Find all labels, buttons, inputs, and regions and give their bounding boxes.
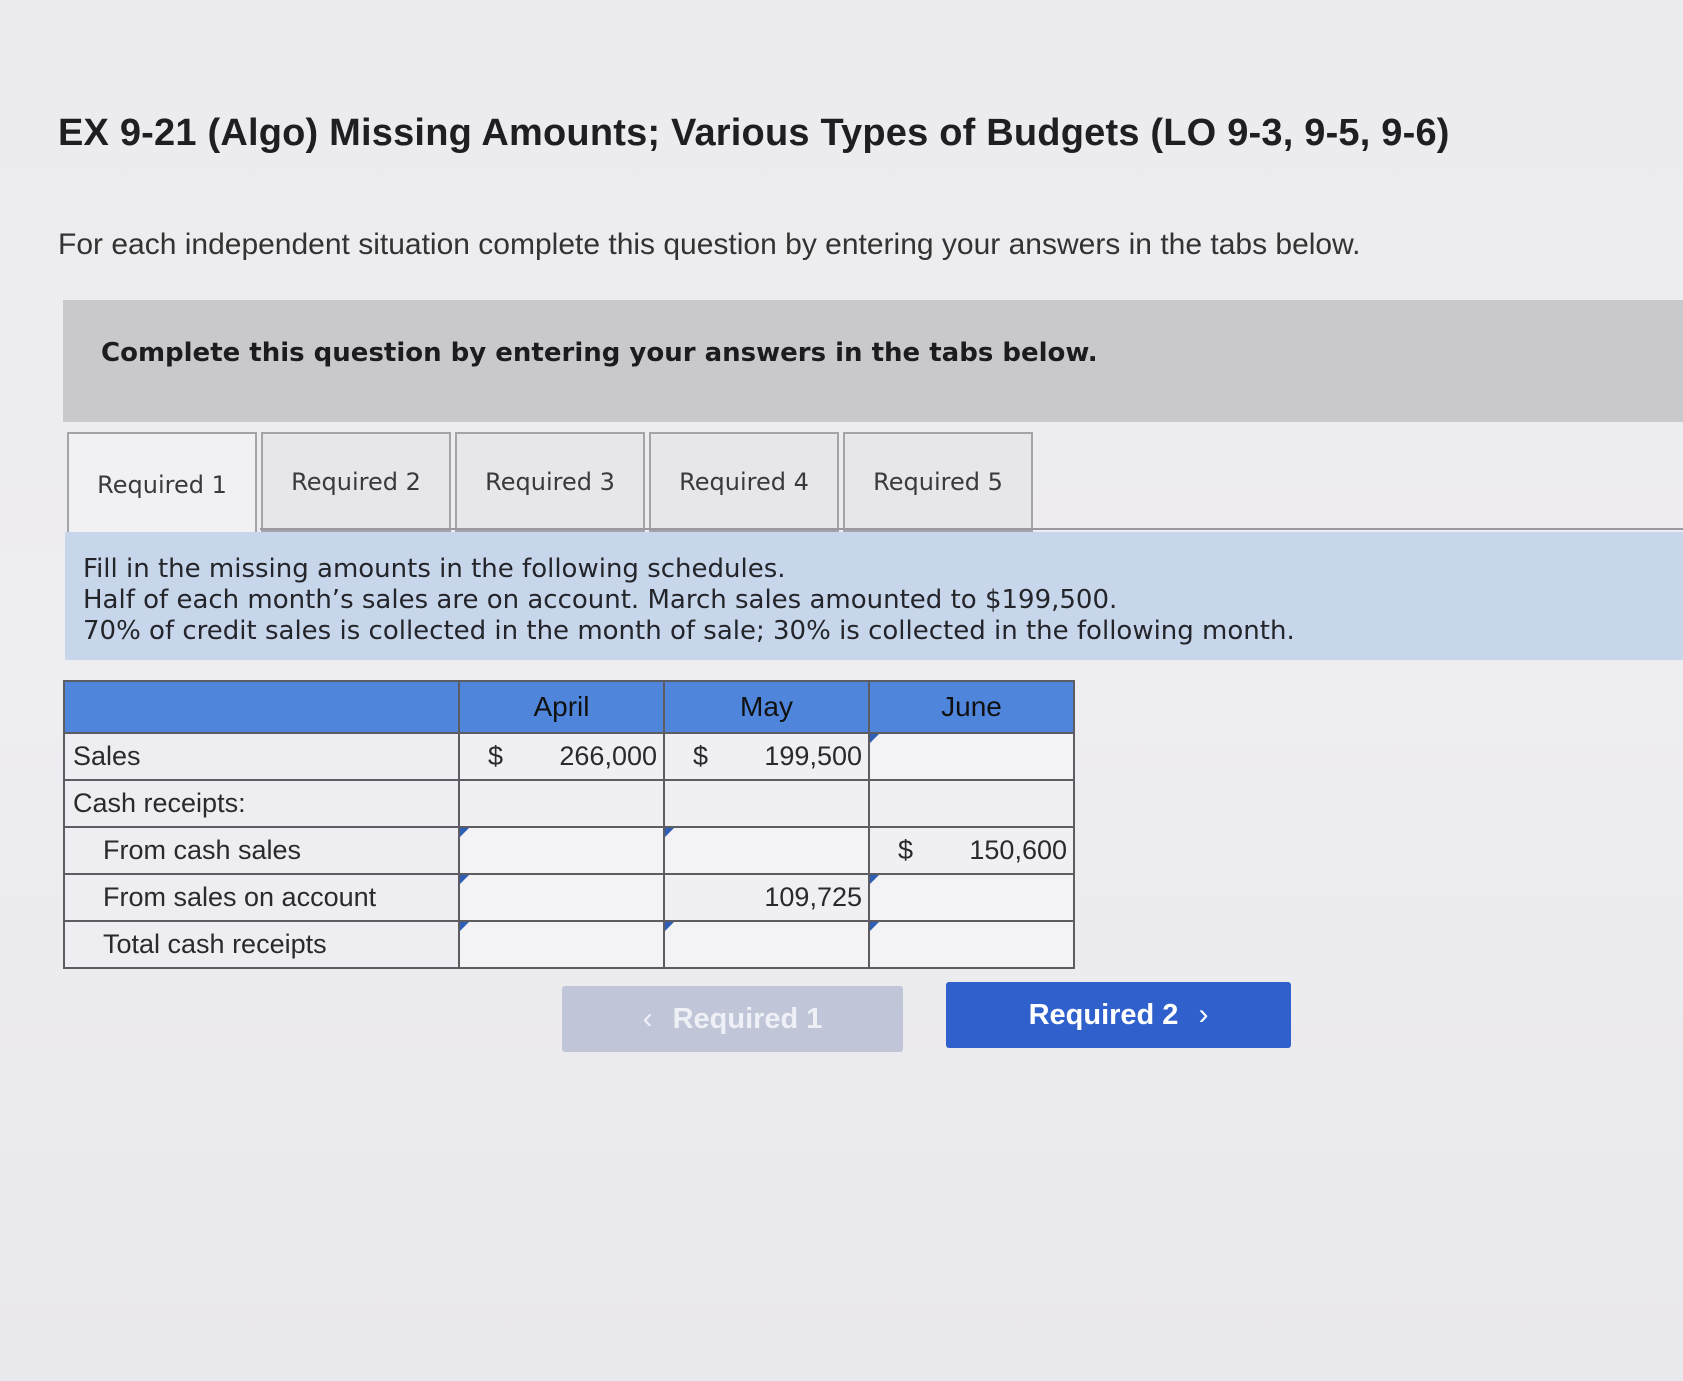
instructions-banner: Complete this question by entering your … (63, 300, 1683, 422)
row-label: From cash sales (63, 826, 460, 875)
page-title: EX 9-21 (Algo) Missing Amounts; Various … (58, 112, 1450, 154)
total-may-input[interactable] (663, 920, 870, 969)
cash-sales-april-input[interactable] (458, 826, 665, 875)
next-button[interactable]: Required 2 › (946, 982, 1291, 1048)
tab-required-3[interactable]: Required 3 (455, 432, 645, 532)
page-subtitle: For each independent situation complete … (58, 228, 1361, 261)
sales-april: $266,000 (458, 732, 665, 781)
total-april-input[interactable] (458, 920, 665, 969)
instruction-line: Half of each month’s sales are on accoun… (83, 585, 1118, 615)
column-header-blank (63, 680, 460, 734)
table-row-total-cash-receipts: Total cash receipts (63, 920, 1075, 969)
value: 266,000 (559, 741, 657, 771)
cash-receipts-schedule: April May June Sales $266,000 $199,500 C… (63, 680, 1075, 969)
tab-divider (260, 528, 1683, 530)
tab-required-5[interactable]: Required 5 (843, 432, 1033, 532)
table-header-row: April May June (63, 680, 1075, 734)
previous-button-label: Required 1 (672, 1002, 823, 1035)
currency-symbol: $ (693, 741, 709, 771)
empty-cell (868, 779, 1075, 828)
account-sales-may: 109,725 (663, 873, 870, 922)
column-header-june: June (868, 680, 1075, 734)
table-row-from-sales-on-account: From sales on account 109,725 (63, 873, 1075, 922)
table-row-cash-receipts: Cash receipts: (63, 779, 1075, 828)
tab-required-2[interactable]: Required 2 (261, 432, 451, 532)
column-header-may: May (663, 680, 870, 734)
currency-symbol: $ (898, 835, 914, 865)
empty-cell (663, 779, 870, 828)
row-label: Cash receipts: (63, 779, 460, 828)
currency-symbol: $ (488, 741, 504, 771)
next-button-label: Required 2 (1028, 998, 1179, 1031)
empty-cell (458, 779, 665, 828)
value: 199,500 (764, 741, 862, 771)
chevron-left-icon: ‹ (642, 1002, 653, 1035)
sales-may: $199,500 (663, 732, 870, 781)
question-instructions: Fill in the missing amounts in the follo… (65, 532, 1683, 660)
cash-sales-june: $150,600 (868, 826, 1075, 875)
tab-required-4[interactable]: Required 4 (649, 432, 839, 532)
total-june-input[interactable] (868, 920, 1075, 969)
previous-button[interactable]: ‹ Required 1 (562, 986, 903, 1052)
value: 109,725 (764, 882, 862, 912)
sales-june-input[interactable] (868, 732, 1075, 781)
tab-bar: Required 1 Required 2 Required 3 Require… (67, 432, 1033, 536)
chevron-right-icon: › (1198, 998, 1209, 1031)
cash-sales-may-input[interactable] (663, 826, 870, 875)
instruction-line: Fill in the missing amounts in the follo… (83, 554, 786, 584)
instruction-line: 70% of credit sales is collected in the … (83, 616, 1295, 646)
tab-required-1[interactable]: Required 1 (67, 432, 257, 536)
account-sales-april-input[interactable] (458, 873, 665, 922)
banner-text: Complete this question by entering your … (101, 338, 1098, 368)
account-sales-june-input[interactable] (868, 873, 1075, 922)
row-label: Total cash receipts (63, 920, 460, 969)
column-header-april: April (458, 680, 665, 734)
value: 150,600 (969, 835, 1067, 865)
table-row-from-cash-sales: From cash sales $150,600 (63, 826, 1075, 875)
table-row-sales: Sales $266,000 $199,500 (63, 732, 1075, 781)
row-label: From sales on account (63, 873, 460, 922)
row-label: Sales (63, 732, 460, 781)
